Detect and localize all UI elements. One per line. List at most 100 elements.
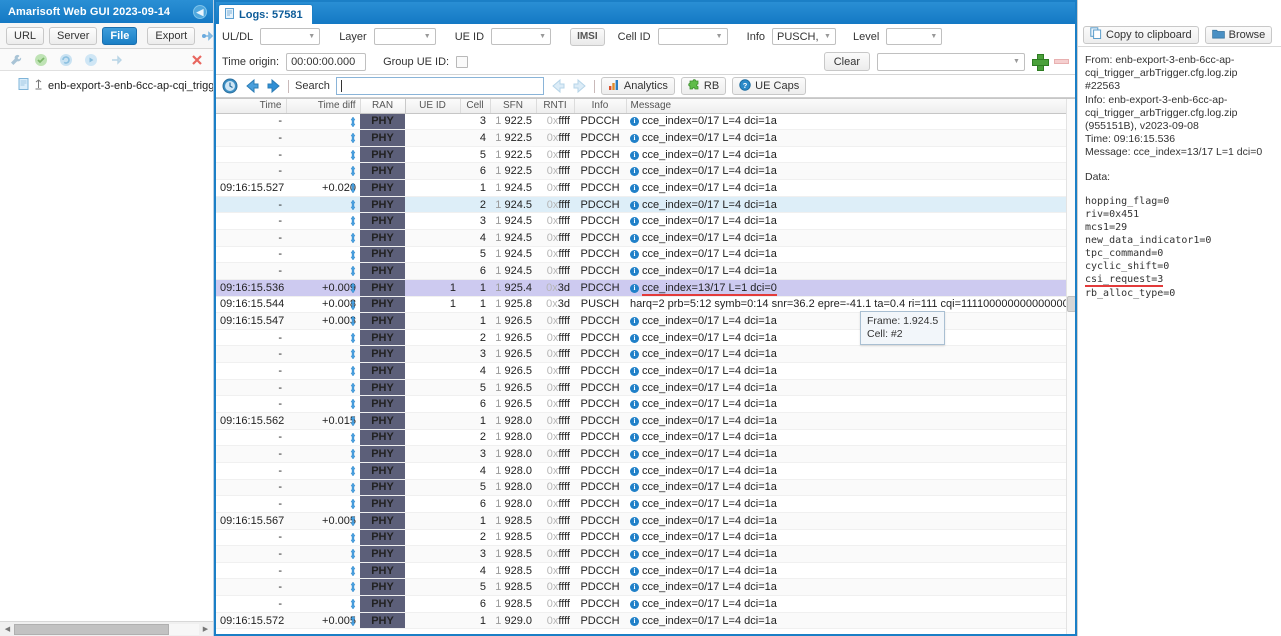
file-button[interactable]: File: [102, 26, 138, 45]
table-row[interactable]: 09:16:15.544 +0.008 PHY 1 1 1 925.8 0x3d PUSCH h…: [216, 296, 1075, 314]
filter-row-primary: UL/DL ▼ Layer ▼ UE ID ▼ IMSI Cell ID ▼ I…: [216, 24, 1075, 49]
table-row[interactable]: - PHY 6 1 926.5 0xffff PDCCH i cce_index=0/17 L…: [216, 395, 1075, 414]
play-circle-icon[interactable]: [83, 52, 99, 68]
scroll-thumb[interactable]: [14, 623, 170, 635]
table-row[interactable]: 09:16:15.536 +0.009 PHY 1 1 1 925.4 0x3d PDCCH i…: [216, 279, 1075, 297]
detail-content[interactable]: From: enb-export-3-enb-6cc-ap-cqi_trigge…: [1078, 47, 1281, 636]
table-row[interactable]: 09:16:15.547 +0.003 PHY 1 1 926.5 0xffff PDCCH…: [216, 312, 1075, 330]
divider: [593, 79, 595, 93]
logs-scroll-thumb[interactable]: [1067, 296, 1075, 312]
pin-icon[interactable]: [108, 52, 124, 68]
info-select[interactable]: PUSCH, PI ▼: [772, 28, 836, 45]
cell-message: i cce_index=0/17 L=4 dci=1a: [626, 445, 1075, 463]
table-row[interactable]: - PHY 3 1 926.5 0xffff PDCCH i cce_index=0/17 L…: [216, 345, 1075, 364]
table-row[interactable]: - PHY 3 1 924.5 0xffff PDCCH i cce_index=0/17 L…: [216, 212, 1075, 230]
scroll-left-arrow-icon[interactable]: ◀: [1, 623, 14, 636]
col-header-time[interactable]: Time: [216, 99, 287, 114]
copy-to-clipboard-button[interactable]: Copy to clipboard: [1083, 25, 1199, 44]
ueid-select[interactable]: ▼: [491, 28, 552, 45]
col-header-info[interactable]: Info: [574, 99, 627, 114]
table-row[interactable]: - PHY 5 1 924.5 0xffff PDCCH i cce_index=0/17 L…: [216, 246, 1075, 264]
table-row[interactable]: - PHY 3 1 928.5 0xffff PDCCH i cce_index=0/17 L…: [216, 545, 1075, 563]
left-horizontal-scrollbar[interactable]: ◀ ▶: [0, 621, 213, 636]
scroll-right-arrow-icon[interactable]: ▶: [199, 623, 212, 636]
cell-sfn: 1 928.0: [490, 479, 536, 497]
rb-button[interactable]: RB: [680, 77, 727, 95]
analytics-button[interactable]: Analytics: [600, 77, 675, 95]
check-circle-icon[interactable]: [33, 52, 49, 68]
table-row[interactable]: - PHY 6 1 922.5 0xffff PDCCH i cce_index=0/17 L…: [216, 162, 1075, 181]
url-button[interactable]: URL: [6, 26, 45, 45]
table-row[interactable]: - PHY 6 1 928.0 0xffff PDCCH i cce_index=0/17 L…: [216, 495, 1075, 513]
find-prev-icon[interactable]: [550, 78, 566, 94]
export-button[interactable]: Export: [147, 26, 196, 45]
ue-caps-button[interactable]: ? UE Caps: [732, 77, 807, 95]
uldl-select[interactable]: ▼: [260, 28, 321, 45]
table-row[interactable]: - PHY 5 1 922.5 0xffff PDCCH i cce_index=0/17 L…: [216, 146, 1075, 164]
table-row[interactable]: - PHY 3 1 922.5 0xffff PDCCH i cce_index=0/17 L…: [216, 113, 1075, 131]
table-row[interactable]: - PHY 6 1 928.5 0xffff PDCCH i cce_index=0/17 L…: [216, 595, 1075, 613]
browse-button[interactable]: Browse: [1204, 25, 1273, 44]
history-clock-icon[interactable]: [222, 78, 238, 94]
logs-vertical-scrollbar[interactable]: [1066, 99, 1075, 634]
refresh-icon[interactable]: [58, 52, 74, 68]
chevron-left-icon[interactable]: ◀: [193, 4, 207, 19]
col-header-time-diff[interactable]: Time diff: [286, 99, 361, 114]
col-header-cell[interactable]: Cell: [460, 99, 491, 114]
cellid-select[interactable]: ▼: [657, 28, 728, 45]
time-origin-input[interactable]: 00:00:00.000: [286, 52, 367, 71]
col-header-ue-id[interactable]: UE ID: [405, 99, 461, 114]
table-row[interactable]: - PHY 4 1 926.5 0xffff PDCCH i cce_index=0/17 L…: [216, 362, 1075, 380]
pin-icon[interactable]: [200, 28, 214, 44]
cell-message: i cce_index=0/17 L=4 dci=1a: [626, 129, 1075, 147]
col-header-message[interactable]: Message: [626, 99, 1075, 114]
logs-table-container[interactable]: Time Time diff RAN UE ID Cell SFN RNTI I…: [216, 98, 1075, 634]
table-row[interactable]: - PHY 2 1 924.5 0xffff PDCCH i cce_index=0/17 L…: [216, 196, 1075, 214]
cell-cell: 2: [460, 329, 490, 347]
col-header-rnti[interactable]: RNTI: [536, 99, 575, 114]
table-row[interactable]: - PHY 6 1 924.5 0xffff PDCCH i cce_index=0/17 L…: [216, 262, 1075, 280]
table-row[interactable]: - PHY 5 1 928.5 0xffff PDCCH i cce_index=0/17 L…: [216, 578, 1075, 597]
table-row[interactable]: 09:16:15.562 +0.015 PHY 1 1 928.0 0xffff PDCCH…: [216, 412, 1075, 430]
table-row[interactable]: - PHY 5 1 928.0 0xffff PDCCH i cce_index=0/17 L…: [216, 479, 1075, 497]
group-ueid-checkbox[interactable]: [456, 55, 469, 68]
find-next-icon[interactable]: [572, 78, 588, 94]
table-row[interactable]: - PHY 2 1 928.5 0xffff PDCCH i cce_index=0/17 L…: [216, 529, 1075, 547]
table-row[interactable]: - PHY 4 1 924.5 0xffff PDCCH i cce_index=0/17 L…: [216, 229, 1075, 247]
table-row[interactable]: - PHY 4 1 922.5 0xffff PDCCH i cce_index=0/17 L…: [216, 129, 1075, 147]
history-forward-icon[interactable]: [266, 78, 282, 94]
search-input[interactable]: [335, 77, 544, 95]
server-button[interactable]: Server: [49, 26, 98, 45]
clear-button[interactable]: Clear: [823, 52, 870, 71]
layer-select[interactable]: ▼: [373, 28, 436, 45]
cell-ue-id: [405, 246, 460, 264]
cell-message: i cce_index=0/17 L=4 dci=1a: [626, 379, 1075, 397]
table-row[interactable]: - PHY 3 1 928.0 0xffff PDCCH i cce_index=0/17 L…: [216, 445, 1075, 463]
table-row[interactable]: - PHY 5 1 926.5 0xffff PDCCH i cce_index=0/17 L…: [216, 379, 1075, 397]
table-row[interactable]: 09:16:15.572 +0.005 PHY 1 1 929.0 0xffff PDCCH…: [216, 612, 1075, 630]
cell-rnti: 0xffff: [536, 578, 574, 597]
table-row[interactable]: 09:16:15.527 +0.020 PHY 1 1 924.5 0xffff PDCCH…: [216, 179, 1075, 197]
preset-select[interactable]: ▼: [877, 52, 1025, 71]
cell-sfn: 1 926.5: [490, 345, 536, 364]
tab-logs[interactable]: Logs: 57581: [218, 4, 313, 24]
imsi-button[interactable]: IMSI: [570, 27, 605, 46]
table-row[interactable]: - PHY 4 1 928.5 0xffff PDCCH i cce_index=0/17 L…: [216, 562, 1075, 580]
tree-item-log-file[interactable]: enb-export-3-enb-6cc-ap-cqi_trigger_arbT…: [4, 77, 213, 94]
cell-ue-id: [405, 545, 460, 563]
level-select[interactable]: ▼: [886, 28, 943, 45]
table-row[interactable]: - PHY 2 1 926.5 0xffff PDCCH i cce_index=0/17 L…: [216, 329, 1075, 347]
close-x-icon[interactable]: [189, 52, 205, 68]
col-header-sfn[interactable]: SFN: [490, 99, 537, 114]
cell-time-diff: +0.005: [286, 612, 360, 630]
table-row[interactable]: - PHY 4 1 928.0 0xffff PDCCH i cce_index=0/17 L…: [216, 462, 1075, 480]
minus-icon[interactable]: [1054, 59, 1069, 64]
scroll-track[interactable]: [14, 623, 199, 635]
col-header-ran[interactable]: RAN: [359, 99, 406, 114]
table-row[interactable]: 09:16:15.567 +0.005 PHY 1 1 928.5 0xffff PDCCH…: [216, 512, 1075, 530]
table-row[interactable]: - PHY 2 1 928.0 0xffff PDCCH i cce_index=0/17 L…: [216, 429, 1075, 447]
plus-icon[interactable]: [1032, 54, 1049, 71]
cell-ue-id: [405, 362, 460, 380]
history-back-icon[interactable]: [244, 78, 260, 94]
wrench-icon[interactable]: [8, 52, 24, 68]
